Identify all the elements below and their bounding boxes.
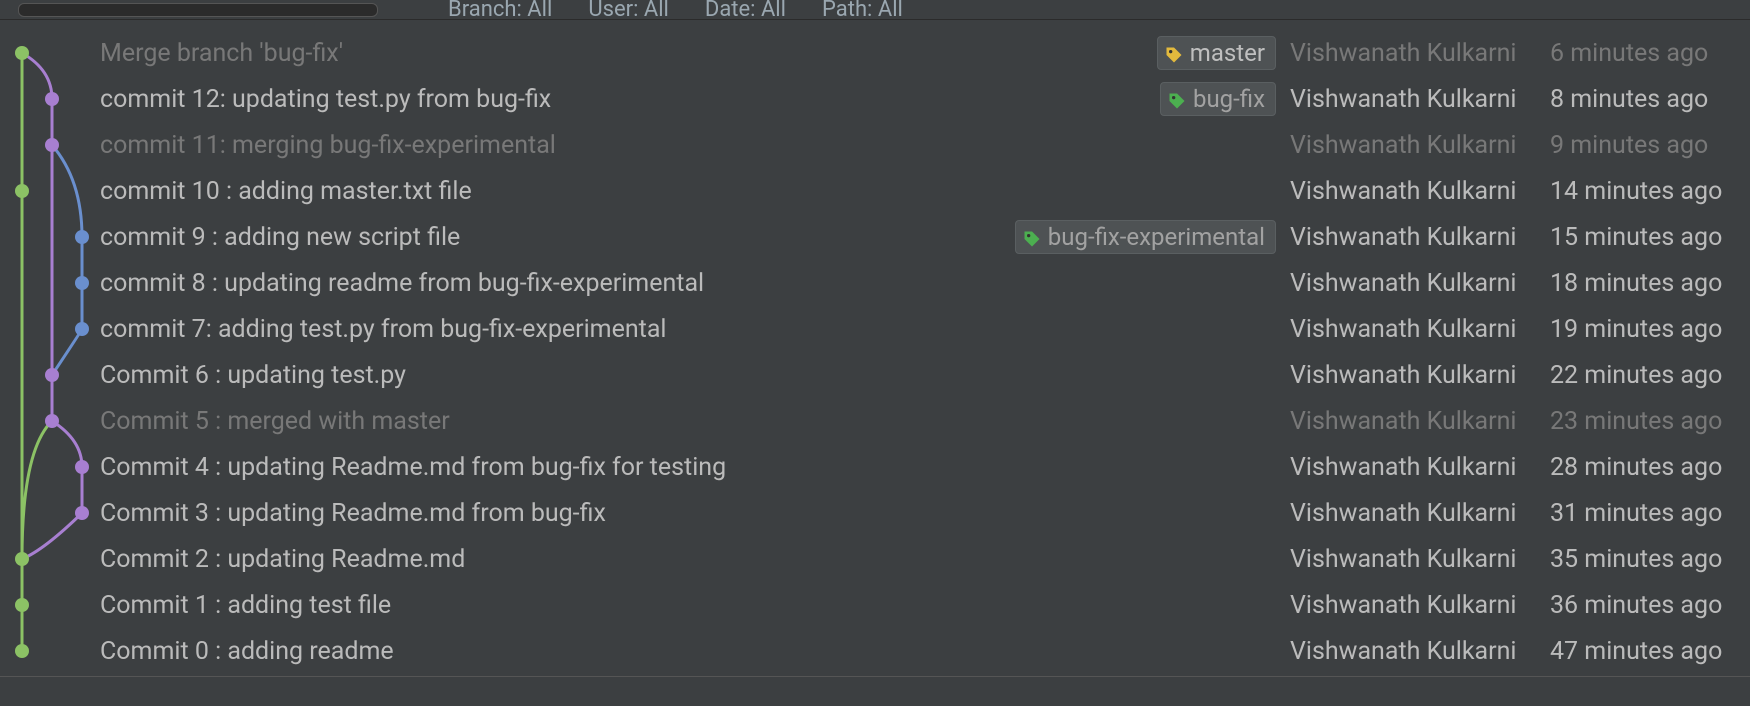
commit-time: 47 minutes ago [1550, 637, 1750, 666]
commit-author: Vishwanath Kulkarni [1290, 131, 1550, 160]
commit-author: Vishwanath Kulkarni [1290, 453, 1550, 482]
commit-row[interactable]: Commit 5 : merged with master Vishwanath … [0, 398, 1750, 444]
cherry-pick-icon[interactable] [1626, 0, 1648, 21]
commit-row[interactable]: Commit 4 : updating Readme.md from bug-f… [0, 444, 1750, 490]
commit-row[interactable]: commit 7: adding test.py from bug-fix-ex… [0, 306, 1750, 352]
commit-message: commit 10 : adding master.txt file [100, 177, 1290, 206]
commit-author: Vishwanath Kulkarni [1290, 177, 1550, 206]
commit-message: Merge branch 'bug-fix' master [100, 36, 1290, 70]
git-log-toolbar: Branch: All User: All Date: All Path: Al… [0, 0, 1750, 20]
commit-time: 19 minutes ago [1550, 315, 1750, 344]
commit-time: 31 minutes ago [1550, 499, 1750, 528]
commit-time: 9 minutes ago [1550, 131, 1750, 160]
commit-row[interactable]: commit 12: updating test.py from bug-fix… [0, 76, 1750, 122]
commit-row[interactable]: Merge branch 'bug-fix' master Vishwanath K… [0, 30, 1750, 76]
commit-message: commit 12: updating test.py from bug-fix… [100, 82, 1290, 116]
commit-row[interactable]: commit 11: merging bug-fix-experimental V… [0, 122, 1750, 168]
footer-border [0, 676, 1750, 706]
commit-author: Vishwanath Kulkarni [1290, 85, 1550, 114]
commit-message: commit 8 : updating readme from bug-fix-… [100, 269, 1290, 298]
branch-tag-label: bug-fix [1193, 85, 1265, 113]
commit-message: Commit 6 : updating test.py [100, 361, 1290, 390]
branch-tag[interactable]: bug-fix-experimental [1015, 220, 1276, 254]
commit-time: 36 minutes ago [1550, 591, 1750, 620]
commit-time: 22 minutes ago [1550, 361, 1750, 390]
commit-message: Commit 3 : updating Readme.md from bug-f… [100, 499, 1290, 528]
commit-author: Vishwanath Kulkarni [1290, 545, 1550, 574]
branch-tag-label: bug-fix-experimental [1048, 223, 1265, 251]
commit-message: Commit 1 : adding test file [100, 591, 1290, 620]
commit-message: Commit 4 : updating Readme.md from bug-f… [100, 453, 1290, 482]
commit-author: Vishwanath Kulkarni [1290, 269, 1550, 298]
commit-message-text: commit 11: merging bug-fix-experimental [100, 131, 556, 160]
commit-author: Vishwanath Kulkarni [1290, 361, 1550, 390]
commit-author: Vishwanath Kulkarni [1290, 591, 1550, 620]
commit-row[interactable]: Commit 1 : adding test file Vishwanath Ku… [0, 582, 1750, 628]
commit-time: 8 minutes ago [1550, 85, 1750, 114]
commit-row[interactable]: Commit 2 : updating Readme.md Vishwanath … [0, 536, 1750, 582]
commit-time: 6 minutes ago [1550, 39, 1750, 68]
commit-row[interactable]: commit 8 : updating readme from bug-fix-… [0, 260, 1750, 306]
commit-author: Vishwanath Kulkarni [1290, 499, 1550, 528]
commit-author: Vishwanath Kulkarni [1290, 315, 1550, 344]
commit-row[interactable]: Commit 6 : updating test.py Vishwanath Ku… [0, 352, 1750, 398]
commit-message: Commit 5 : merged with master [100, 407, 1290, 436]
commit-message-text: commit 8 : updating readme from bug-fix-… [100, 269, 704, 298]
branch-tag[interactable]: bug-fix [1160, 82, 1276, 116]
commit-message: commit 11: merging bug-fix-experimental [100, 131, 1290, 160]
commit-message-text: commit 7: adding test.py from bug-fix-ex… [100, 315, 667, 344]
search-input[interactable] [18, 3, 378, 17]
commit-row[interactable]: Commit 3 : updating Readme.md from bug-f… [0, 490, 1750, 536]
tag-icon [1164, 43, 1184, 63]
commit-message: Commit 2 : updating Readme.md [100, 545, 1290, 574]
commit-message-text: Commit 4 : updating Readme.md from bug-f… [100, 453, 726, 482]
commit-time: 23 minutes ago [1550, 407, 1750, 436]
commit-message-text: commit 9 : adding new script file [100, 223, 460, 252]
commit-author: Vishwanath Kulkarni [1290, 39, 1550, 68]
commit-message-text: Commit 6 : updating test.py [100, 361, 406, 390]
git-log-area: Merge branch 'bug-fix' master Vishwanath K… [0, 20, 1750, 676]
gear-icon[interactable] [1668, 0, 1690, 21]
branch-tag-label: master [1190, 39, 1265, 67]
commit-row[interactable]: commit 9 : adding new script file bug-fix… [0, 214, 1750, 260]
commit-time: 35 minutes ago [1550, 545, 1750, 574]
commit-message-text: Commit 3 : updating Readme.md from bug-f… [100, 499, 606, 528]
commit-message: commit 9 : adding new script file bug-fix… [100, 220, 1290, 254]
commit-message: commit 7: adding test.py from bug-fix-ex… [100, 315, 1290, 344]
commit-message-text: commit 10 : adding master.txt file [100, 177, 472, 206]
commit-author: Vishwanath Kulkarni [1290, 223, 1550, 252]
commit-time: 18 minutes ago [1550, 269, 1750, 298]
commit-row[interactable]: Commit 0 : adding readme Vishwanath Kulka… [0, 628, 1750, 674]
commit-message-text: Commit 1 : adding test file [100, 591, 391, 620]
commit-message-text: Commit 2 : updating Readme.md [100, 545, 465, 574]
branch-tag[interactable]: master [1157, 36, 1276, 70]
tag-icon [1167, 89, 1187, 109]
commit-author: Vishwanath Kulkarni [1290, 407, 1550, 436]
commit-time: 15 minutes ago [1550, 223, 1750, 252]
commit-message-text: Merge branch 'bug-fix' [100, 39, 343, 68]
commit-message-text: commit 12: updating test.py from bug-fix [100, 85, 551, 114]
search-icon[interactable] [1710, 0, 1732, 21]
commit-author: Vishwanath Kulkarni [1290, 637, 1550, 666]
commit-message-text: Commit 0 : adding readme [100, 637, 394, 666]
commit-row[interactable]: commit 10 : adding master.txt file Vishwa… [0, 168, 1750, 214]
commit-message: Commit 0 : adding readme [100, 637, 1290, 666]
refresh-icon[interactable] [398, 0, 420, 21]
commit-list: Merge branch 'bug-fix' master Vishwanath K… [0, 30, 1750, 674]
tag-icon [1022, 227, 1042, 247]
commit-time: 14 minutes ago [1550, 177, 1750, 206]
commit-message-text: Commit 5 : merged with master [100, 407, 450, 436]
commit-time: 28 minutes ago [1550, 453, 1750, 482]
